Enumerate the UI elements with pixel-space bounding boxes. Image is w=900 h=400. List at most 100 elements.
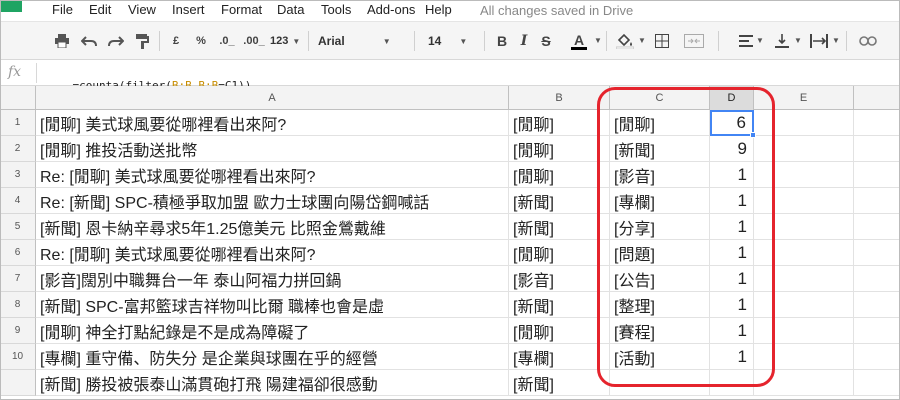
row-header[interactable]: 4 (0, 188, 36, 214)
cell-f[interactable] (854, 188, 900, 214)
cell-f[interactable] (854, 240, 900, 266)
cell-f[interactable] (854, 110, 900, 136)
column-header-d[interactable]: D (710, 86, 754, 110)
cell-b[interactable]: [閒聊] (509, 318, 610, 344)
cell-a[interactable]: [新聞] SPC-富邦籃球吉祥物叫比爾 職棒也會是虛 (36, 292, 509, 318)
cell-c[interactable]: [公告] (610, 266, 710, 292)
font-family-dropdown[interactable]: Arial ▼ (318, 31, 408, 51)
cell-f[interactable] (854, 344, 900, 370)
cell-a[interactable]: [影音]闊別中職舞台一年 泰山阿福力拼回鍋 (36, 266, 509, 292)
chevron-down-icon[interactable]: ▼ (756, 36, 764, 45)
cell-d[interactable]: 1 (710, 344, 754, 370)
fill-handle[interactable] (750, 132, 756, 138)
row-header[interactable]: 8 (0, 292, 36, 318)
cell-c[interactable]: [閒聊] (610, 110, 710, 136)
cell-c[interactable]: [新聞] (610, 136, 710, 162)
select-all-corner[interactable] (0, 86, 36, 110)
cell-f[interactable] (854, 292, 900, 318)
cell-c[interactable]: [專欄] (610, 188, 710, 214)
cell-a[interactable]: [新聞] 恩卡納辛尋求5年1.25億美元 比照金鶯戴維 (36, 214, 509, 240)
cell-e[interactable] (754, 240, 854, 266)
cell-c[interactable]: [分享] (610, 214, 710, 240)
row-header[interactable]: 7 (0, 266, 36, 292)
chevron-down-icon[interactable]: ▼ (832, 36, 840, 45)
merge-icon[interactable] (680, 31, 708, 51)
cell-c[interactable]: [整理] (610, 292, 710, 318)
cell-a[interactable]: Re: [閒聊] 美式球風要從哪裡看出來阿? (36, 240, 509, 266)
row-header[interactable]: 5 (0, 214, 36, 240)
menu-format[interactable]: Format (221, 2, 262, 17)
cell-b[interactable]: [影音] (509, 266, 610, 292)
strikethrough-button[interactable]: S (538, 31, 554, 51)
cell-b[interactable]: [閒聊] (509, 240, 610, 266)
cell-b[interactable]: [閒聊] (509, 110, 610, 136)
menu-insert[interactable]: Insert (172, 2, 205, 17)
cell-f[interactable] (854, 266, 900, 292)
paint-format-icon[interactable] (132, 31, 152, 51)
row-header[interactable]: 1 (0, 110, 36, 136)
cell-e[interactable] (754, 266, 854, 292)
cell-b[interactable]: [新聞] (509, 292, 610, 318)
percent-format-button[interactable]: % (192, 31, 210, 51)
cell-f[interactable] (854, 214, 900, 240)
cell-c[interactable]: [賽程] (610, 318, 710, 344)
fill-color-icon[interactable] (614, 31, 636, 51)
undo-icon[interactable] (79, 31, 99, 51)
chevron-down-icon[interactable]: ▼ (594, 36, 602, 45)
cell-a[interactable]: Re: [新聞] SPC-積極爭取加盟 歐力士球團向陽岱鋼喊話 (36, 188, 509, 214)
text-color-button[interactable]: A (566, 31, 592, 51)
row-header[interactable]: 10 (0, 344, 36, 370)
menu-tools[interactable]: Tools (321, 2, 351, 17)
cell-e[interactable] (754, 162, 854, 188)
menu-view[interactable]: View (128, 2, 156, 17)
cell-e[interactable] (754, 370, 854, 396)
print-icon[interactable] (52, 31, 72, 51)
cell-b[interactable]: [閒聊] (509, 136, 610, 162)
cell-d[interactable]: 1 (710, 188, 754, 214)
cell-b[interactable]: [新聞] (509, 188, 610, 214)
cell-b[interactable]: [專欄] (509, 344, 610, 370)
number-format-dropdown[interactable]: 123 ▼ (270, 31, 300, 51)
cell-c[interactable]: [活動] (610, 344, 710, 370)
cell-e[interactable] (754, 214, 854, 240)
bold-button[interactable]: B (494, 31, 510, 51)
menu-add-ons[interactable]: Add-ons (367, 2, 415, 17)
cell-a[interactable]: [閒聊] 美式球風要從哪裡看出來阿? (36, 110, 509, 136)
cell-d[interactable]: 9 (710, 136, 754, 162)
row-header[interactable]: 2 (0, 136, 36, 162)
cell-e[interactable] (754, 292, 854, 318)
cell-c[interactable]: [問題] (610, 240, 710, 266)
column-header-e[interactable]: E (754, 86, 854, 110)
cell-a[interactable]: [專欄] 重守備、防失分 是企業與球團在乎的經營 (36, 344, 509, 370)
row-header[interactable]: 6 (0, 240, 36, 266)
menu-edit[interactable]: Edit (89, 2, 111, 17)
cell-e[interactable] (754, 110, 854, 136)
cell-f[interactable] (854, 162, 900, 188)
cell-a[interactable]: [閒聊] 推投活動送批幣 (36, 136, 509, 162)
cell-f[interactable] (854, 370, 900, 396)
increase-decimal-button[interactable]: .00_ (240, 31, 268, 51)
font-size-dropdown[interactable]: 14 ▼ (428, 31, 478, 51)
cell-c[interactable] (610, 370, 710, 396)
cell-a[interactable]: [閒聊] 神全打點紀錄是不是成為障礙了 (36, 318, 509, 344)
text-wrap-icon[interactable] (808, 31, 830, 51)
sheets-logo-icon[interactable] (0, 0, 22, 12)
cell-b[interactable]: [新聞] (509, 370, 610, 396)
cell-d[interactable]: 1 (710, 214, 754, 240)
cell-d[interactable]: 1 (710, 292, 754, 318)
row-header[interactable]: 3 (0, 162, 36, 188)
cell-d[interactable]: 1 (710, 240, 754, 266)
italic-button[interactable]: I (516, 31, 532, 51)
cell-f[interactable] (854, 136, 900, 162)
cell-e[interactable] (754, 344, 854, 370)
cell-e[interactable] (754, 318, 854, 344)
column-header-c[interactable]: C (610, 86, 710, 110)
cell-d[interactable]: 1 (710, 162, 754, 188)
align-icon[interactable] (736, 31, 756, 51)
cell-a[interactable]: Re: [閒聊] 美式球風要從哪裡看出來阿? (36, 162, 509, 188)
cell-a[interactable]: [新聞] 勝投被張泰山滿貫砲打飛 陽建福卻很感動 (36, 370, 509, 396)
cell-e[interactable] (754, 136, 854, 162)
cell-b[interactable]: [閒聊] (509, 162, 610, 188)
column-header-a[interactable]: A (36, 86, 509, 110)
chevron-down-icon[interactable]: ▼ (794, 36, 802, 45)
